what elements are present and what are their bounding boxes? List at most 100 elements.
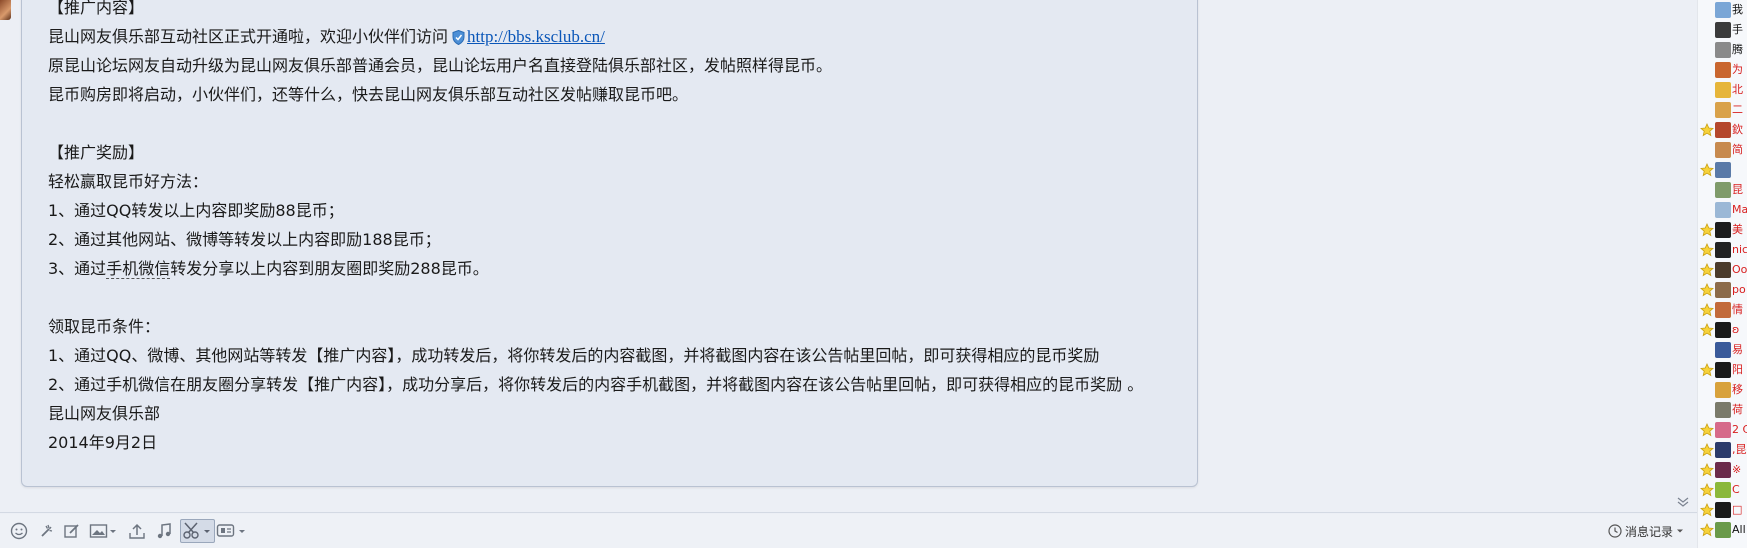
member-avatar xyxy=(1715,522,1731,538)
member-avatar xyxy=(1715,142,1731,158)
member-item[interactable]: nic xyxy=(1698,240,1747,260)
message-line: 2、通过其他网站、微博等转发以上内容即励188昆币； xyxy=(48,230,441,249)
message-line: 轻松赢取昆币好方法： xyxy=(48,172,209,191)
shake-button[interactable] xyxy=(38,521,56,541)
star-icon xyxy=(1700,443,1714,457)
toolbar-divider xyxy=(0,512,1697,513)
message-bubble: 【推广内容】 昆山网友俱乐部互动社区正式开通啦，欢迎小伙伴们访问 http://b… xyxy=(21,0,1198,487)
star-icon xyxy=(1700,123,1714,137)
member-name: 北 xyxy=(1732,83,1743,96)
member-avatar xyxy=(1715,282,1731,298)
more-button[interactable] xyxy=(216,521,248,541)
member-name: C xyxy=(1732,483,1740,496)
member-avatar xyxy=(1715,2,1731,18)
member-item[interactable]: All xyxy=(1698,520,1747,540)
star-icon xyxy=(1700,243,1714,257)
member-item[interactable]: □ xyxy=(1698,500,1747,520)
member-item[interactable]: 阳 xyxy=(1698,360,1747,380)
member-avatar xyxy=(1715,182,1731,198)
message-line: 昆山网友俱乐部 xyxy=(48,404,161,423)
star-icon xyxy=(1700,303,1714,317)
message-line-text: 转发分享以上内容到朋友圈即奖励288昆币。 xyxy=(170,259,489,278)
clock-icon xyxy=(1608,524,1622,538)
member-item[interactable]: po: xyxy=(1698,280,1747,300)
member-item[interactable] xyxy=(1698,160,1747,180)
member-name: 为 xyxy=(1732,63,1743,76)
member-avatar xyxy=(1715,42,1731,58)
message-line: 1、通过QQ、微博、其他网站等转发【推广内容】，成功转发后，将你转发后的内容截图… xyxy=(48,346,1100,365)
member-item[interactable]: 移 xyxy=(1698,380,1747,400)
member-item[interactable]: 易 xyxy=(1698,340,1747,360)
member-name: 二 xyxy=(1732,103,1743,116)
star-icon xyxy=(1700,283,1714,297)
club-url-link[interactable]: http://bbs.ksclub.cn/ xyxy=(467,27,605,46)
member-avatar xyxy=(1715,482,1731,498)
member-name: 腾 xyxy=(1732,43,1743,56)
member-item[interactable]: Oo xyxy=(1698,260,1747,280)
member-item[interactable]: 我 xyxy=(1698,0,1747,20)
message-line: 3、通过手机微信转发分享以上内容到朋友圈即奖励288昆币。 xyxy=(48,254,1143,283)
member-name: Ma xyxy=(1732,203,1747,216)
message-line-text: 3、通过 xyxy=(48,259,107,278)
member-item[interactable]: 昆 xyxy=(1698,180,1747,200)
member-item[interactable]: 简 xyxy=(1698,140,1747,160)
star-icon xyxy=(1700,163,1714,177)
member-item[interactable]: ʚ xyxy=(1698,320,1747,340)
image-button[interactable] xyxy=(89,521,117,541)
member-item[interactable]: 美 xyxy=(1698,220,1747,240)
member-name: 易 xyxy=(1732,343,1743,356)
member-item[interactable]: 2 C xyxy=(1698,420,1747,440)
star-icon xyxy=(1700,423,1714,437)
member-name: 昆 xyxy=(1732,183,1743,196)
member-item[interactable]: ,昆 xyxy=(1698,440,1747,460)
message-line xyxy=(48,283,1143,312)
message-line: 昆山网友俱乐部互动社区正式开通啦，欢迎小伙伴们访问 http://bbs.kscl… xyxy=(48,22,1143,51)
star-icon xyxy=(1700,463,1714,477)
message-history-button[interactable]: 消息记录 xyxy=(1608,522,1684,540)
member-name: 阳 xyxy=(1732,363,1743,376)
message-line: 2、通过手机微信在朋友圈分享转发【推广内容】，成功分享后，将你转发后的内容手机截… xyxy=(48,375,1144,394)
wechat-keyword[interactable]: 手机微信 xyxy=(106,259,171,279)
star-icon xyxy=(1700,483,1714,497)
emoji-button[interactable] xyxy=(10,521,28,541)
star-icon xyxy=(1700,263,1714,277)
member-avatar xyxy=(1715,262,1731,278)
edit-button[interactable] xyxy=(63,521,81,541)
member-avatar xyxy=(1715,342,1731,358)
member-avatar xyxy=(1715,302,1731,318)
member-avatar xyxy=(1715,202,1731,218)
member-name: 情 xyxy=(1732,303,1743,316)
collapse-chevron-icon[interactable] xyxy=(1677,497,1689,507)
member-item[interactable]: 手 xyxy=(1698,20,1747,40)
member-item[interactable]: ※ xyxy=(1698,460,1747,480)
member-avatar xyxy=(1715,102,1731,118)
member-avatar xyxy=(1715,122,1731,138)
sender-avatar[interactable] xyxy=(0,0,11,20)
member-item[interactable]: 情 xyxy=(1698,300,1747,320)
screenshot-icon xyxy=(183,522,210,539)
member-avatar xyxy=(1715,242,1731,258)
message-line: 【推广奖励】 xyxy=(48,143,145,162)
member-item[interactable]: 腾 xyxy=(1698,40,1747,60)
member-item[interactable]: 欽 xyxy=(1698,120,1747,140)
screenshot-button[interactable] xyxy=(180,519,215,543)
member-name: 2 C xyxy=(1732,423,1747,436)
message-line: 【推广内容】 xyxy=(48,0,145,17)
member-item[interactable]: C xyxy=(1698,480,1747,500)
member-name: 欽 xyxy=(1732,123,1743,136)
member-item[interactable]: 二 xyxy=(1698,100,1747,120)
member-avatar xyxy=(1715,82,1731,98)
image-icon xyxy=(89,524,116,538)
music-icon xyxy=(157,523,171,539)
emoji-icon xyxy=(10,522,28,540)
member-item[interactable]: 荷 xyxy=(1698,400,1747,420)
member-avatar xyxy=(1715,362,1731,378)
star-icon xyxy=(1700,323,1714,337)
member-item[interactable]: Ma xyxy=(1698,200,1747,220)
star-icon xyxy=(1700,523,1714,537)
star-icon xyxy=(1700,503,1714,517)
music-button[interactable] xyxy=(155,521,173,541)
upload-button[interactable] xyxy=(128,521,146,541)
member-item[interactable]: 北 xyxy=(1698,80,1747,100)
member-item[interactable]: 为 xyxy=(1698,60,1747,80)
